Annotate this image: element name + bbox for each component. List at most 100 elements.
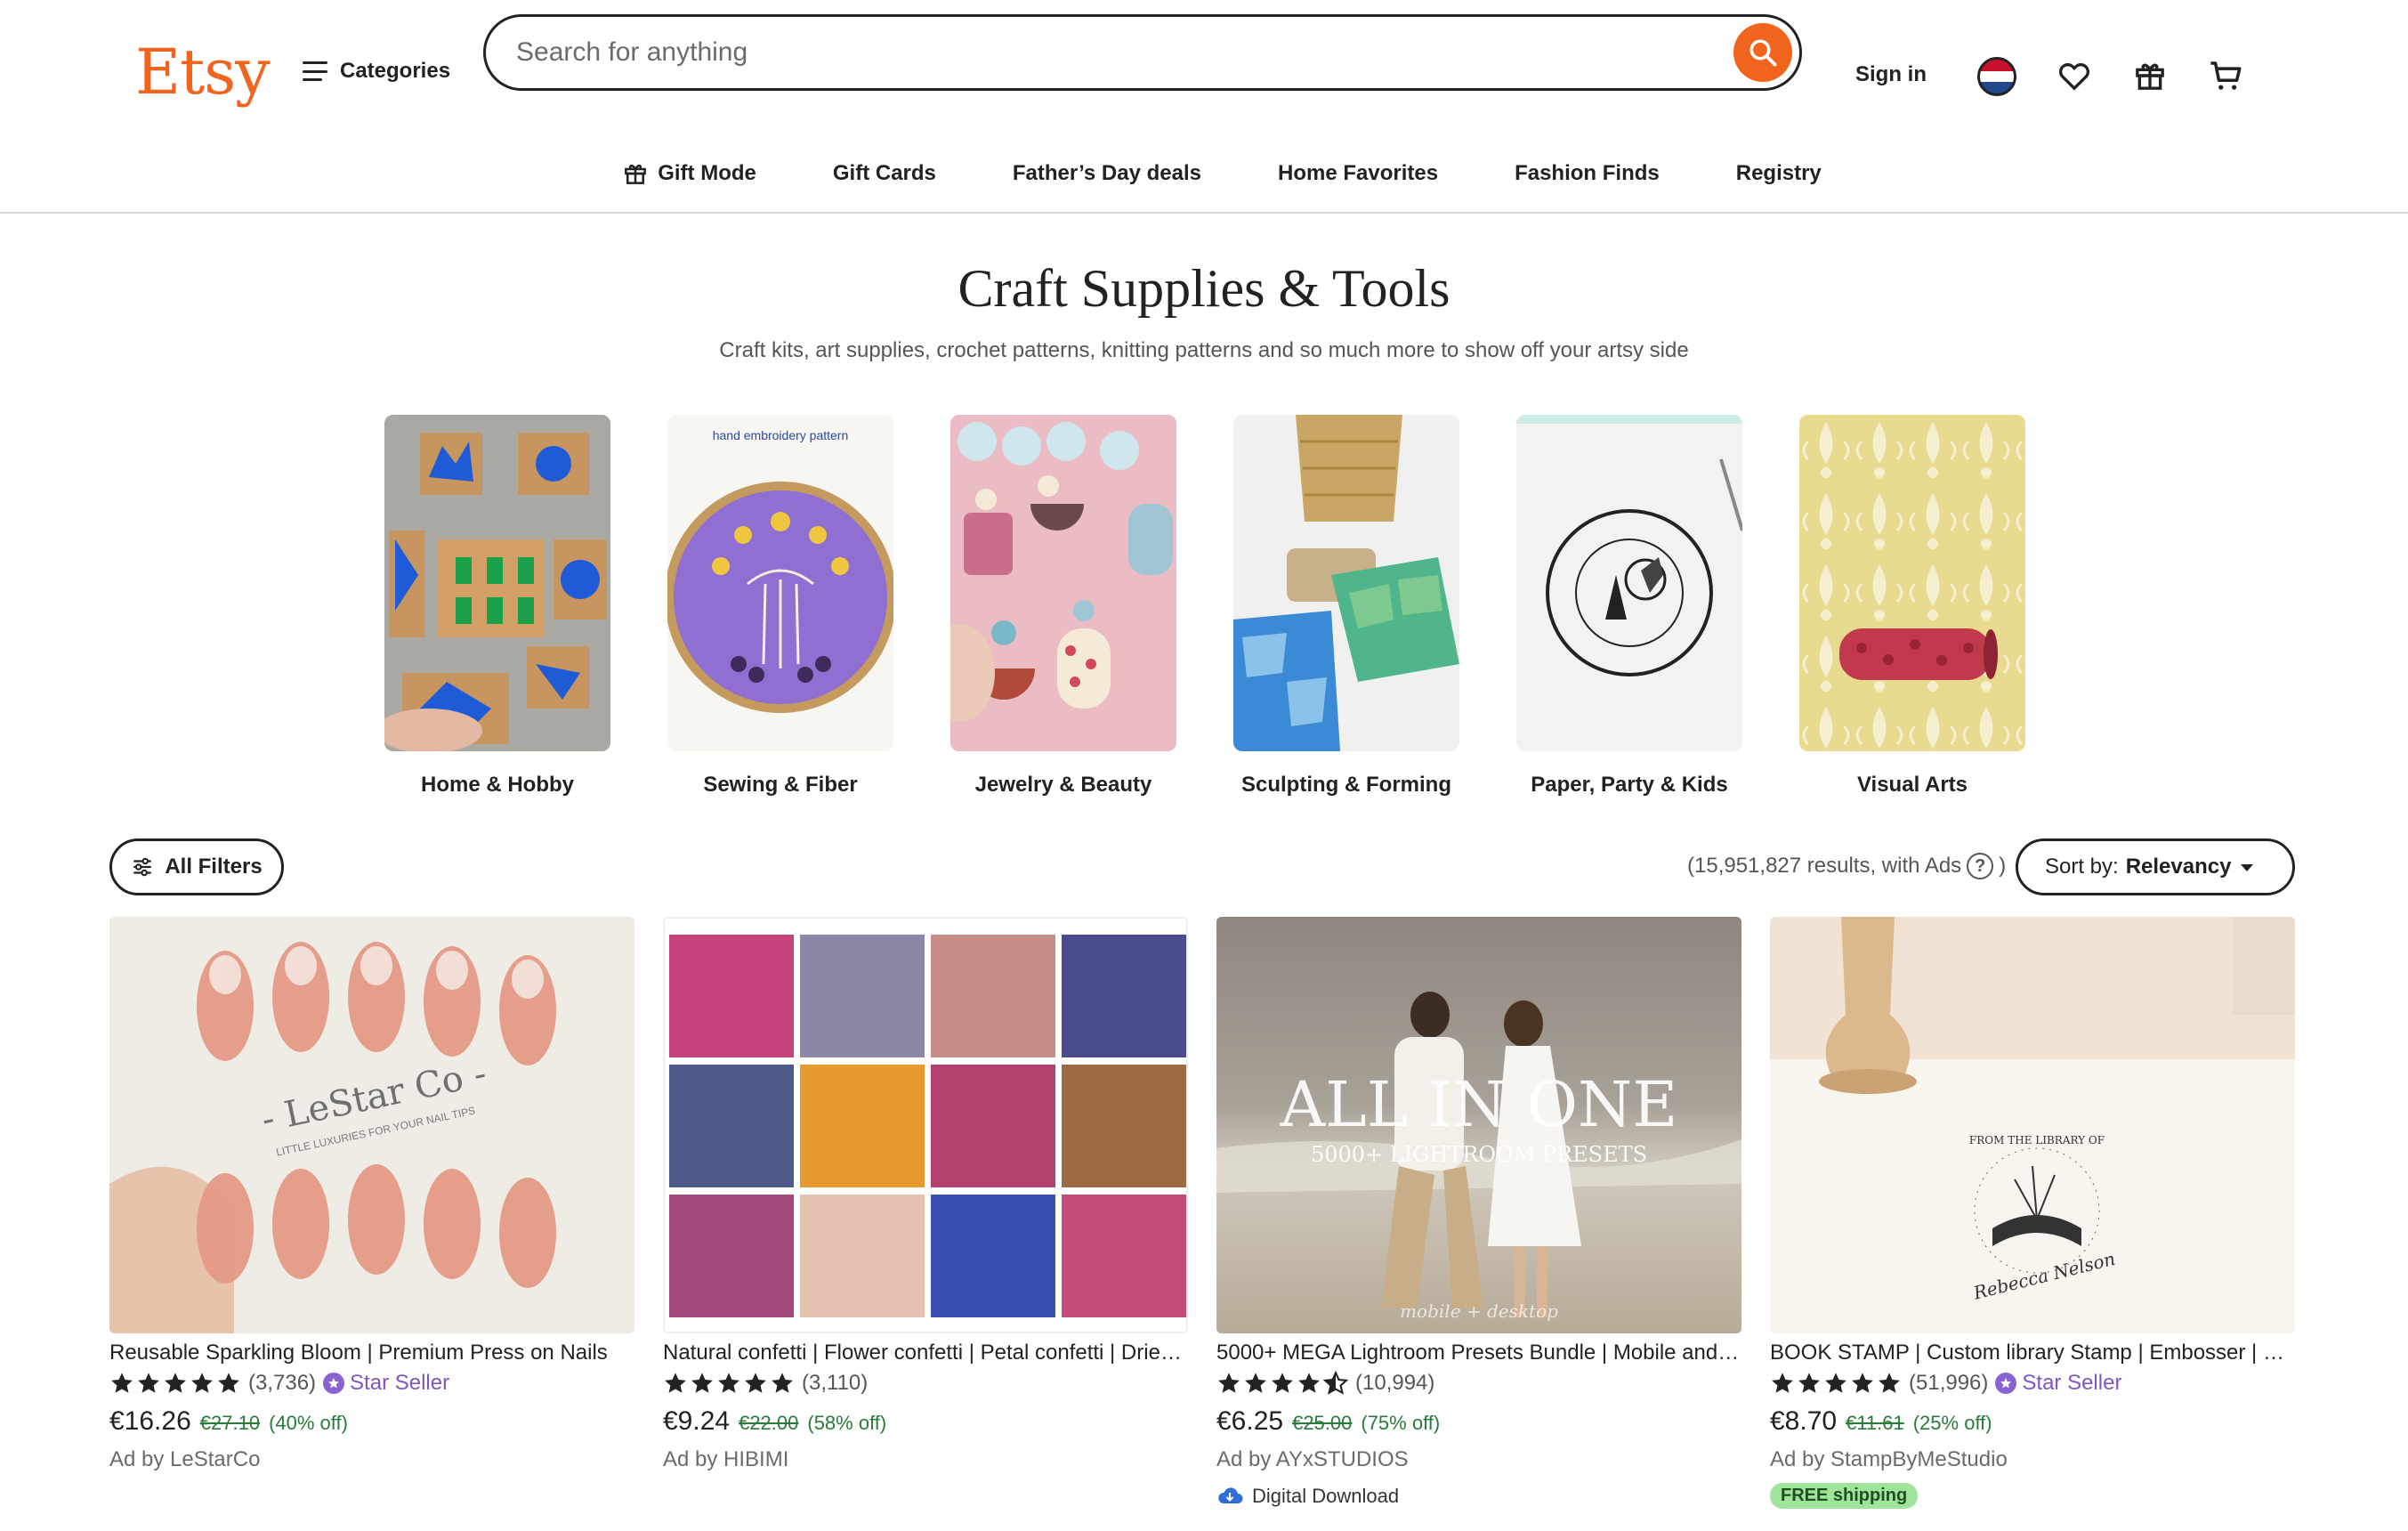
sign-in-link[interactable]: Sign in (1855, 62, 1927, 87)
category-card-jewelry-beauty[interactable]: Jewelry & Beauty (950, 415, 1176, 798)
page-title: Craft Supplies & Tools (958, 259, 1450, 318)
star-rating (109, 1371, 241, 1396)
gift-icon (2136, 63, 2164, 90)
review-count: (51,996) (1909, 1371, 1989, 1395)
review-count: (3,736) (248, 1371, 317, 1395)
listing-price: €6.25 €25.00 (75% off) (1216, 1406, 1741, 1437)
search-button[interactable] (1733, 23, 1792, 82)
star-icon (1852, 1373, 1873, 1393)
category-label: Jewelry & Beauty (974, 773, 1152, 797)
category-card-sculpting-forming[interactable]: Sculpting & Forming (1233, 415, 1459, 798)
sort-dropdown[interactable]: Sort by: Relevancy (2016, 838, 2295, 895)
category-label: Paper, Party & Kids (1531, 773, 1728, 797)
cart-button[interactable] (2205, 55, 2246, 96)
ad-by-shop[interactable]: Ad by AYxSTUDIOS (1216, 1447, 1741, 1472)
category-card-sewing-fiber[interactable]: hand embroidery pattern Sewing & Fiber (667, 415, 893, 798)
nav-label: Fashion Finds (1515, 161, 1660, 185)
nav-label: Home Favorites (1278, 161, 1439, 185)
listing-title[interactable]: Natural confetti | Flower confetti | Pet… (663, 1341, 1188, 1365)
search-input[interactable] (516, 37, 1673, 68)
search-icon (1749, 39, 1777, 67)
listing-card[interactable]: - LeStar Co - LITTLE LUXURIES FOR YOUR N… (109, 917, 634, 1472)
sort-value: Relevancy (2125, 855, 2232, 879)
hamburger-icon (303, 61, 327, 81)
nav-registry[interactable]: Registry (1736, 160, 1822, 187)
half-star-icon (1323, 1371, 1348, 1395)
category-card-home-hobby[interactable]: Home & Hobby (384, 415, 610, 798)
all-filters-button[interactable]: All Filters (109, 838, 284, 895)
original-price: €22.00 (739, 1412, 799, 1434)
listing-rating: (51,996) Star Seller (1770, 1371, 2295, 1396)
top-nav: Gift Mode Gift Cards Father’s Day deals … (0, 160, 2408, 187)
category-image (950, 415, 1176, 751)
listing-title[interactable]: BOOK STAMP | Custom library Stamp | Embo… (1770, 1341, 2295, 1365)
cart-icon (2210, 61, 2242, 90)
star-icon (1798, 1373, 1820, 1393)
listing-card[interactable]: Natural confetti | Flower confetti | Pet… (663, 917, 1188, 1472)
category-image (1233, 415, 1459, 751)
ad-by-shop[interactable]: Ad by StampByMeStudio (1770, 1447, 2295, 1472)
nav-gift-mode[interactable]: Gift Mode (622, 160, 756, 187)
image-caption: hand embroidery pattern (713, 428, 849, 442)
categories-menu-button[interactable]: Categories (303, 59, 450, 84)
discount: (40% off) (269, 1412, 348, 1434)
favorites-button[interactable] (2054, 55, 2095, 96)
category-image (1516, 415, 1742, 751)
star-seller-icon (323, 1373, 345, 1394)
digital-download-badge: Digital Download (1216, 1485, 1741, 1508)
star-seller-icon (1995, 1373, 2017, 1394)
category-card-visual-arts[interactable]: Visual Arts (1799, 415, 2025, 798)
star-seller-label: Star Seller (350, 1371, 450, 1395)
nav-label: Gift Cards (832, 161, 936, 185)
free-shipping-badge: FREE shipping (1770, 1483, 1919, 1509)
listing-image[interactable]: ALL IN ONE 5000+ LIGHTROOM PRESETS mobil… (1216, 917, 1741, 1333)
site-header: Etsy Categories Sign in Gift Mode Gift C… (0, 0, 2408, 214)
star-rating (1216, 1371, 1348, 1396)
nav-home-favorites[interactable]: Home Favorites (1278, 160, 1438, 187)
original-price: €11.61 (1846, 1412, 1904, 1434)
category-image (384, 415, 610, 751)
stamp-text: FROM THE LIBRARY OF (1969, 1134, 2105, 1146)
all-filters-label: All Filters (165, 855, 263, 879)
star-seller-badge: Star Seller (1995, 1371, 2121, 1396)
listing-card[interactable]: FROM THE LIBRARY OF Rebecca Nelson BOOK … (1770, 917, 2295, 1509)
nav-gift-cards[interactable]: Gift Cards (833, 160, 936, 187)
star-icon (745, 1373, 766, 1393)
listing-title[interactable]: Reusable Sparkling Bloom | Premium Press… (109, 1341, 634, 1365)
sale-price: €6.25 (1216, 1406, 1284, 1436)
review-count: (3,110) (802, 1371, 869, 1395)
image-footer: mobile + desktop (1400, 1300, 1558, 1322)
category-label: Home & Hobby (420, 773, 574, 797)
image-headline: ALL IN ONE (1280, 1068, 1678, 1141)
listing-image[interactable]: - LeStar Co - LITTLE LUXURIES FOR YOUR N… (109, 917, 634, 1333)
region-flag-icon[interactable] (1977, 57, 2016, 96)
ad-by-shop[interactable]: Ad by LeStarCo (109, 1447, 634, 1472)
nav-label: Gift Mode (658, 161, 756, 185)
category-image: hand embroidery pattern (667, 415, 893, 751)
gift-button[interactable] (2129, 55, 2170, 96)
star-seller-label: Star Seller (2022, 1371, 2122, 1395)
ads-help-icon[interactable]: ? (1967, 853, 1994, 879)
ad-by-shop[interactable]: Ad by HIBIMI (663, 1447, 1188, 1472)
listing-image[interactable] (663, 917, 1188, 1333)
sort-label: Sort by: (2045, 855, 2119, 879)
review-count: (10,994) (1355, 1371, 1435, 1395)
listing-card[interactable]: ALL IN ONE 5000+ LIGHTROOM PRESETS mobil… (1216, 917, 1741, 1508)
star-icon (665, 1373, 686, 1393)
digital-download-label: Digital Download (1252, 1485, 1400, 1507)
star-icon (1825, 1373, 1846, 1393)
nav-fashion-finds[interactable]: Fashion Finds (1515, 160, 1660, 187)
results-text-close: ) (1999, 854, 2007, 878)
etsy-logo[interactable]: Etsy (135, 36, 271, 109)
star-icon (1245, 1373, 1266, 1393)
star-icon (191, 1373, 213, 1393)
category-card-paper-party-kids[interactable]: Paper, Party & Kids (1516, 415, 1742, 798)
discount: (25% off) (1912, 1412, 1992, 1434)
image-subheadline: 5000+ LIGHTROOM PRESETS (1311, 1142, 1647, 1167)
heart-icon (2059, 63, 2089, 91)
search-bar (483, 14, 1802, 91)
listing-title[interactable]: 5000+ MEGA Lightroom Presets Bundle | Mo… (1216, 1341, 1741, 1365)
nav-fathers-day-deals[interactable]: Father’s Day deals (1013, 160, 1201, 187)
cloud-download-icon (1218, 1487, 1243, 1503)
listing-image[interactable]: FROM THE LIBRARY OF Rebecca Nelson (1770, 917, 2295, 1333)
